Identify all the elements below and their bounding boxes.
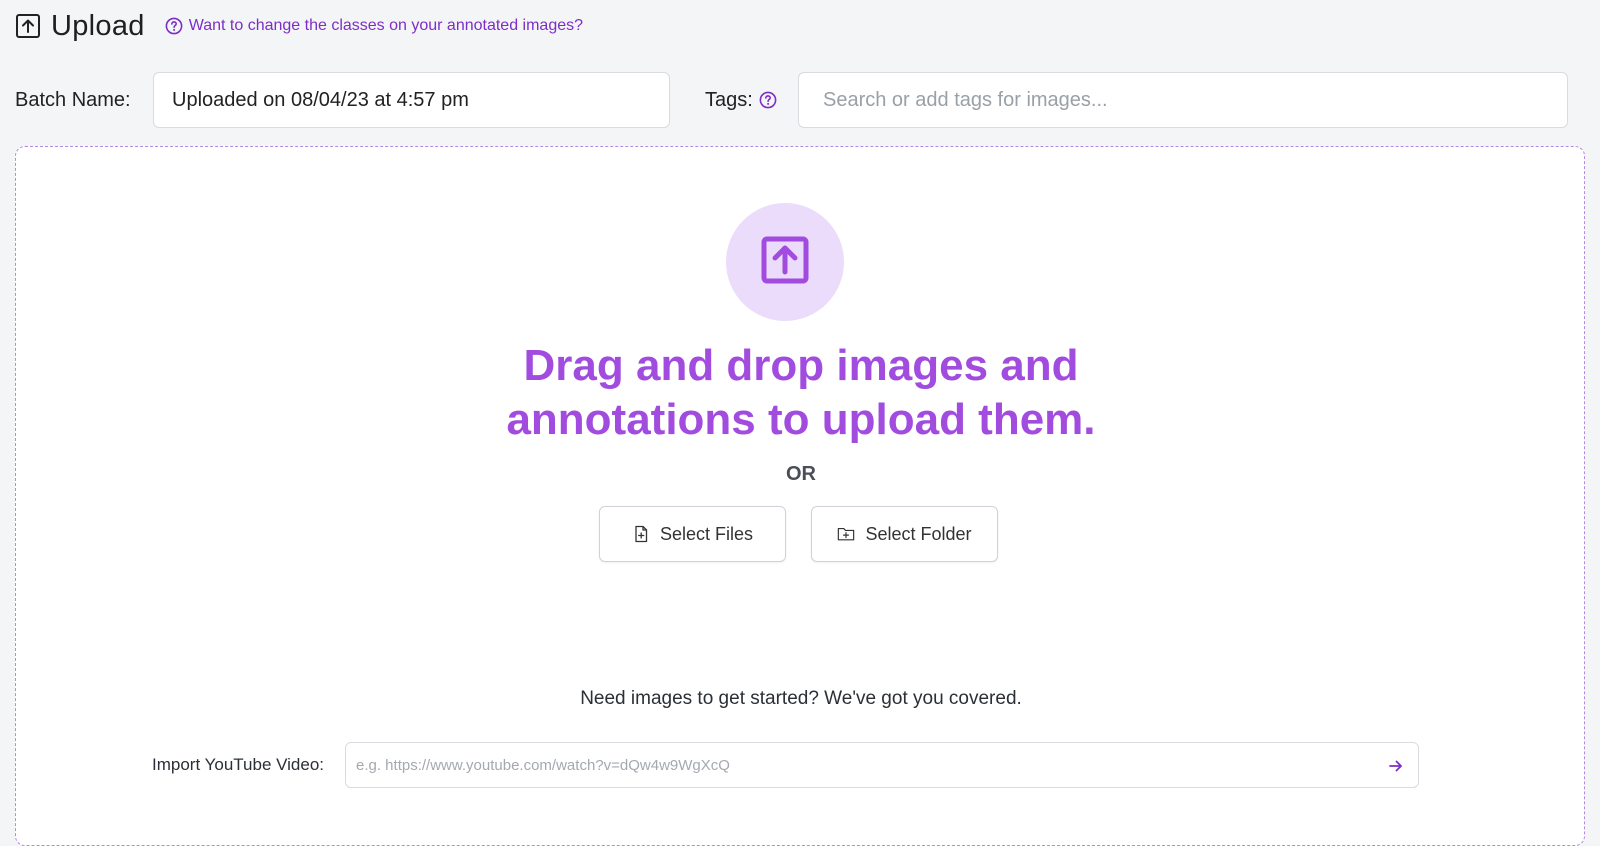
upload-arrow-box-icon — [760, 235, 810, 290]
help-link-text: Want to change the classes on your annot… — [188, 17, 584, 34]
question-circle-icon — [165, 17, 183, 35]
select-files-label: Select Files — [659, 523, 754, 544]
batch-name-input[interactable] — [153, 72, 670, 128]
tags-help-icon[interactable] — [759, 91, 777, 109]
select-folder-label: Select Folder — [865, 523, 972, 544]
file-plus-icon — [632, 525, 650, 543]
select-folder-button[interactable]: Select Folder — [811, 506, 998, 562]
batch-name-label: Batch Name: — [15, 89, 131, 111]
youtube-import-label: Import YouTube Video: — [152, 755, 325, 774]
upload-icon — [15, 13, 41, 39]
or-divider-label: OR — [786, 463, 816, 485]
batch-row: Batch Name: Tags: — [15, 72, 1585, 128]
dropzone-heading: Drag and drop images and annotations to … — [16, 339, 1586, 447]
change-classes-help-link[interactable]: Want to change the classes on your annot… — [165, 17, 583, 35]
dropzone-heading-line2: annotations to upload them. — [506, 395, 1096, 444]
dropzone-heading-line1: Drag and drop images and — [523, 341, 1079, 390]
upload-dropzone[interactable]: Drag and drop images and annotations to … — [15, 146, 1585, 846]
youtube-input-container — [345, 742, 1419, 788]
page-header: Upload Want to change the classes on you… — [15, 6, 583, 46]
page-title: Upload — [51, 9, 145, 42]
tags-label-group: Tags: — [705, 72, 777, 128]
folder-plus-icon — [837, 525, 855, 543]
select-files-button[interactable]: Select Files — [599, 506, 786, 562]
upload-circle — [726, 203, 844, 321]
tags-label: Tags: — [705, 88, 753, 111]
arrow-right-icon[interactable] — [1384, 754, 1408, 778]
youtube-url-input[interactable] — [346, 743, 1418, 787]
starter-text: Need images to get started? We've got yo… — [580, 688, 1022, 709]
tags-search-input[interactable] — [798, 72, 1568, 128]
